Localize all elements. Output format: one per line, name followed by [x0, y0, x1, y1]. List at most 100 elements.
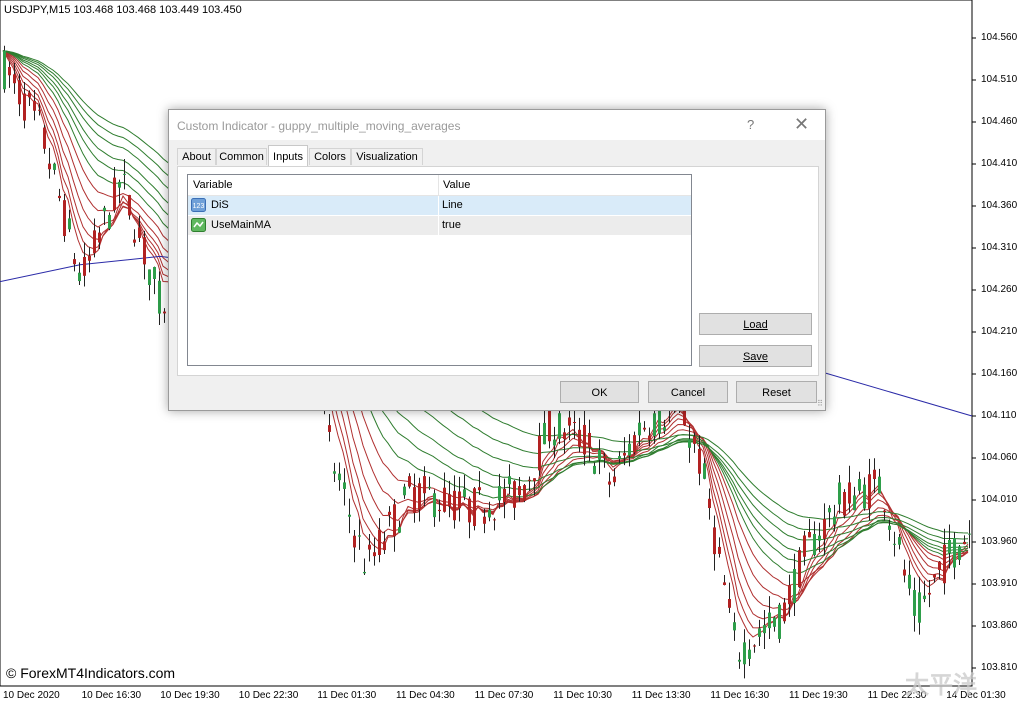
candle	[688, 439, 691, 448]
variable-value[interactable]: true	[442, 219, 461, 231]
ok-button[interactable]: OK	[560, 381, 639, 403]
candle	[583, 424, 586, 455]
reset-button[interactable]: Reset	[736, 381, 817, 403]
candle	[418, 483, 421, 510]
candle	[393, 504, 396, 537]
candle	[83, 256, 86, 276]
svg-text:123: 123	[193, 203, 205, 210]
cancel-button[interactable]: Cancel	[648, 381, 728, 403]
candle	[338, 473, 341, 481]
candle	[533, 478, 536, 482]
cell-divider	[438, 216, 439, 235]
candle	[858, 479, 861, 491]
tab-inputs[interactable]: Inputs	[268, 145, 308, 166]
candle	[138, 227, 141, 238]
table-row[interactable]: UseMainMA true	[188, 216, 691, 235]
price-tick-label: 104.460	[981, 116, 1018, 127]
time-tick-label: 10 Dec 2020	[3, 690, 60, 701]
candle	[593, 465, 596, 474]
candle	[143, 237, 146, 265]
table-row[interactable]: 123 DiS Line	[188, 196, 691, 215]
variable-value[interactable]: Line	[442, 199, 463, 211]
time-tick-label: 11 Dec 10:30	[553, 690, 612, 701]
candle	[953, 538, 956, 568]
candle	[333, 471, 336, 474]
price-tick-label: 103.860	[981, 620, 1018, 631]
bool-icon	[191, 218, 206, 232]
tab-visualization[interactable]: Visualization	[351, 148, 423, 165]
dialog-titlebar[interactable]: Custom Indicator - guppy_multiple_moving…	[169, 110, 825, 140]
candle	[808, 531, 811, 538]
candle	[523, 485, 526, 501]
price-tick-label: 104.110	[981, 410, 1017, 421]
resize-grip[interactable]: ⠿	[817, 399, 823, 408]
candle	[883, 510, 886, 512]
load-button[interactable]: Load	[699, 313, 812, 335]
candle	[123, 173, 126, 175]
candle	[498, 486, 501, 501]
time-tick-label: 11 Dec 13:30	[631, 690, 691, 701]
candle	[723, 582, 726, 586]
candle	[358, 535, 361, 537]
candle	[73, 259, 76, 265]
tab-about[interactable]: About	[177, 148, 216, 165]
cell-divider	[438, 196, 439, 215]
tab-colors[interactable]: Colors	[309, 148, 351, 165]
price-tick-label: 103.910	[981, 578, 1018, 589]
candle	[958, 546, 961, 560]
candle	[388, 511, 391, 516]
candle	[148, 269, 151, 286]
candle	[48, 163, 51, 170]
candle	[853, 495, 856, 511]
help-button[interactable]: ?	[747, 117, 754, 132]
candle	[663, 427, 666, 431]
price-tick-label: 104.260	[981, 284, 1018, 295]
candle	[493, 519, 496, 521]
candle	[38, 109, 41, 111]
candle	[603, 456, 606, 459]
candle	[968, 533, 971, 535]
candle	[403, 486, 406, 496]
candle	[3, 50, 6, 90]
candle	[608, 481, 611, 485]
column-header-variable[interactable]: Variable	[193, 179, 233, 191]
candle	[878, 476, 881, 494]
time-tick-label: 11 Dec 16:30	[710, 690, 770, 701]
candle	[948, 539, 951, 554]
candle	[448, 494, 451, 507]
candle	[783, 602, 786, 622]
candle	[918, 592, 921, 623]
column-divider[interactable]	[438, 175, 439, 195]
time-tick-label: 11 Dec 07:30	[474, 690, 534, 701]
candle	[868, 474, 871, 509]
candle	[113, 177, 116, 211]
tab-common[interactable]: Common	[216, 148, 267, 165]
save-label: Save	[742, 351, 769, 363]
candle	[693, 436, 696, 444]
variable-name: UseMainMA	[211, 219, 271, 231]
time-tick-label: 11 Dec 19:30	[789, 690, 848, 701]
candle	[893, 543, 896, 545]
candle	[778, 604, 781, 639]
candle	[813, 533, 816, 556]
candle	[343, 482, 346, 489]
candle	[328, 425, 331, 432]
candle	[773, 617, 776, 627]
candle	[818, 535, 821, 541]
candle	[423, 476, 426, 494]
column-header-value[interactable]: Value	[443, 179, 470, 191]
close-icon[interactable]: ✕	[794, 114, 809, 135]
price-tick-label: 104.510	[981, 74, 1018, 85]
candle	[373, 552, 376, 557]
candle	[908, 574, 911, 589]
candle	[793, 569, 796, 604]
time-tick-label: 10 Dec 22:30	[238, 690, 299, 701]
symbol-header: USDJPY,M15 103.468 103.468 103.449 103.4…	[4, 4, 242, 16]
save-button[interactable]: Save	[699, 345, 812, 367]
candle	[753, 645, 756, 647]
candle	[928, 592, 931, 595]
candle	[618, 456, 621, 459]
candle	[623, 452, 626, 456]
candle	[468, 498, 471, 523]
candle	[713, 527, 716, 555]
